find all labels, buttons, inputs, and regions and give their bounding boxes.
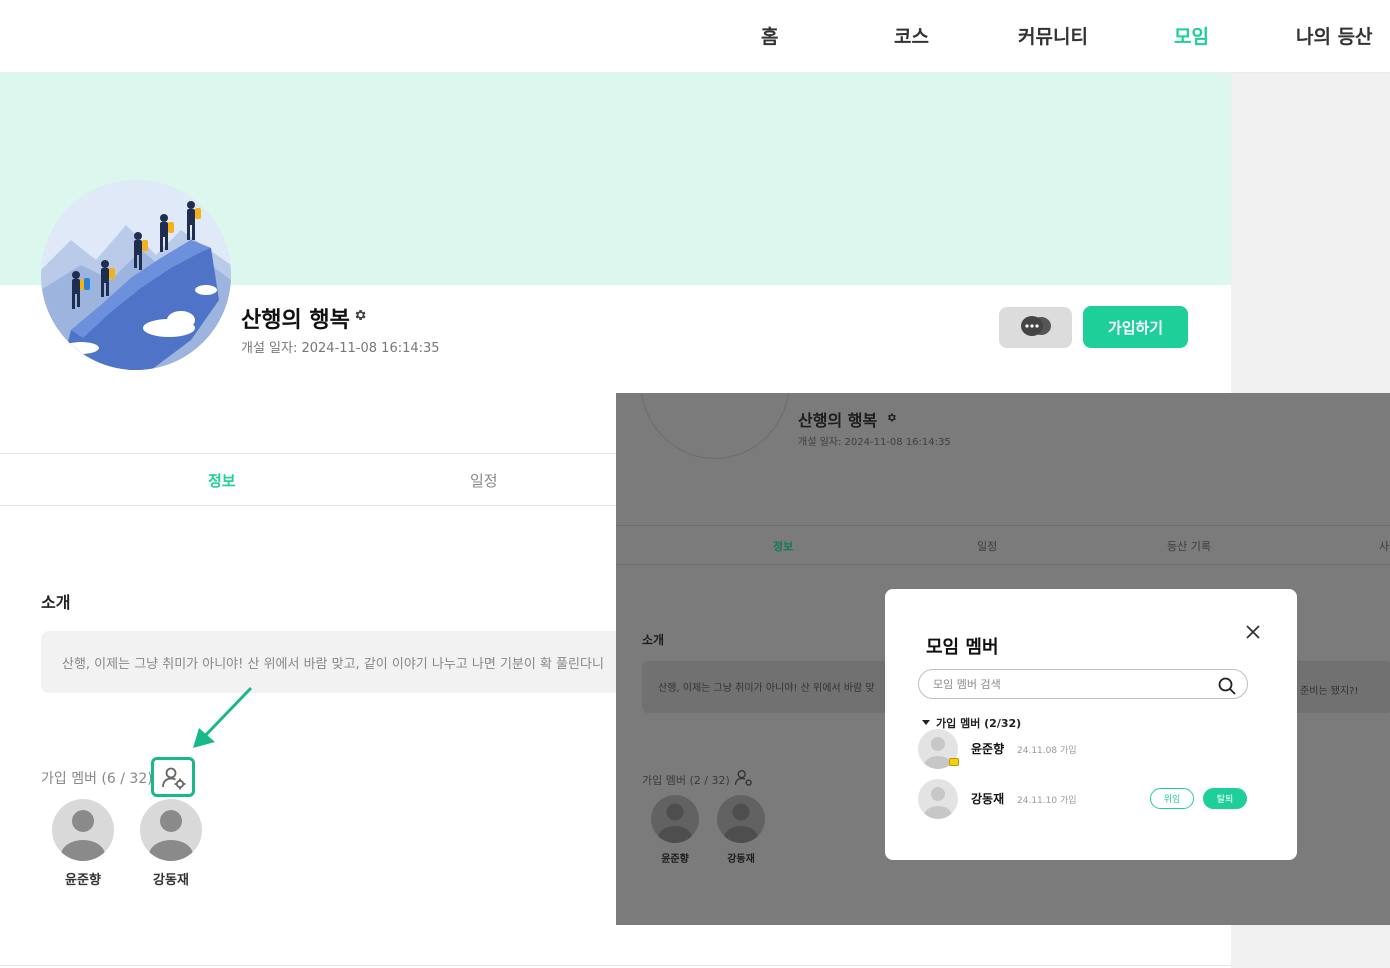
tab-info[interactable]: 정보 <box>208 470 236 491</box>
intro-box: 산행, 이제는 그냥 취미가 아니야! 산 위에서 바람 맞고, 같이 이야기 … <box>41 631 641 693</box>
members-label: 가입 멤버 (6 / 32) <box>41 771 153 787</box>
member-name: 윤준향 <box>65 873 101 888</box>
overlay-intro-text: 산행, 이제는 그냥 취미가 아니야! 산 위에서 바람 맞 <box>658 683 875 694</box>
member-settings-icon <box>734 770 752 786</box>
avatar-icon <box>651 795 699 843</box>
top-nav: 홈 코스 커뮤니티 모임 나의 등산 <box>0 0 1390 73</box>
nav-community[interactable]: 커뮤니티 <box>1018 22 1088 49</box>
intro-heading: 소개 <box>41 593 71 612</box>
overlay-member-name: 윤준향 <box>661 854 689 865</box>
divider <box>0 965 1231 966</box>
avatar-icon <box>918 779 958 819</box>
close-icon[interactable] <box>1242 621 1264 643</box>
nav-meeting[interactable]: 모임 <box>1174 22 1209 49</box>
member-item[interactable]: 강동재 <box>131 799 211 888</box>
overlay-member-name: 강동재 <box>727 854 755 865</box>
overlay-tab-info: 정보 <box>773 540 794 553</box>
overlay-tab-hiking-log: 등산 기록 <box>1167 540 1211 553</box>
modal-member-row: 윤준향 24.11.08 가입 <box>918 729 1258 771</box>
member-settings-icon <box>162 767 186 790</box>
modal-member-name: 윤준향 <box>971 742 1005 756</box>
overlay-intro-tail: 준비는 됐지?! <box>1300 686 1359 697</box>
gear-icon <box>888 413 896 422</box>
modal-member-name: 강동재 <box>971 792 1005 806</box>
join-button[interactable]: 가입하기 <box>1083 306 1188 348</box>
group-title: 산행의 행복 <box>241 308 350 333</box>
modal-member-date: 24.11.08 가입 <box>1017 746 1077 756</box>
overlay-tab-schedule: 일정 <box>977 540 998 553</box>
overlay-member-item: 강동재 <box>711 795 771 865</box>
modal-screenshot-overlay: 산행의 행복 개설 일자: 2024-11-08 16:14:35 정보 일정 … <box>616 393 1390 925</box>
avatar-icon <box>140 799 202 861</box>
member-search-field[interactable] <box>918 669 1248 699</box>
avatar-icon <box>717 795 765 843</box>
overlay-intro-heading: 소개 <box>642 633 665 647</box>
avatar-icon <box>52 799 114 861</box>
overlay-profile-circle <box>640 393 790 459</box>
tab-schedule[interactable]: 일정 <box>470 470 498 491</box>
modal-title: 모임 멤버 <box>926 637 999 658</box>
overlay-group-title: 산행의 행복 <box>798 411 878 430</box>
created-date: 개설 일자: 2024-11-08 16:14:35 <box>241 341 440 356</box>
member-settings-button[interactable] <box>151 757 195 797</box>
member-modal: 모임 멤버 가입 멤버 (2/32) 윤준향 24.11.08 가입 <box>885 589 1297 860</box>
overlay-tab-more: 사 <box>1379 540 1390 553</box>
member-name: 강동재 <box>153 873 189 888</box>
member-item[interactable]: 윤준향 <box>43 799 123 888</box>
chat-icon <box>1020 316 1051 336</box>
kick-button[interactable]: 탈퇴 <box>1203 788 1247 809</box>
chat-button[interactable] <box>999 307 1072 348</box>
hikers-illustration <box>41 180 231 370</box>
arrow-icon <box>193 686 253 748</box>
overlay-tab-bar: 정보 일정 등산 기록 사 <box>616 525 1390 565</box>
overlay-members-label: 가입 멤버 (2 / 32) <box>642 774 730 787</box>
nav-home[interactable]: 홈 <box>761 22 778 49</box>
delegate-button[interactable]: 위임 <box>1150 788 1194 809</box>
intro-text: 산행, 이제는 그냥 취미가 아니야! 산 위에서 바람 맞고, 같이 이야기 … <box>62 657 604 672</box>
nav-my-hiking[interactable]: 나의 등산 <box>1296 22 1373 49</box>
modal-member-row: 강동재 24.11.10 가입 위임 탈퇴 <box>918 779 1258 821</box>
group-profile-image <box>41 180 231 370</box>
member-search-input[interactable] <box>933 675 1203 693</box>
search-icon[interactable] <box>1217 676 1237 696</box>
overlay-created-date: 개설 일자: 2024-11-08 16:14:35 <box>798 437 951 448</box>
crown-icon <box>949 758 959 766</box>
overlay-member-item: 윤준향 <box>645 795 705 865</box>
chevron-down-icon <box>922 720 930 725</box>
modal-member-date: 24.11.10 가입 <box>1017 796 1077 806</box>
gear-icon[interactable] <box>353 308 367 322</box>
nav-course[interactable]: 코스 <box>894 22 929 49</box>
